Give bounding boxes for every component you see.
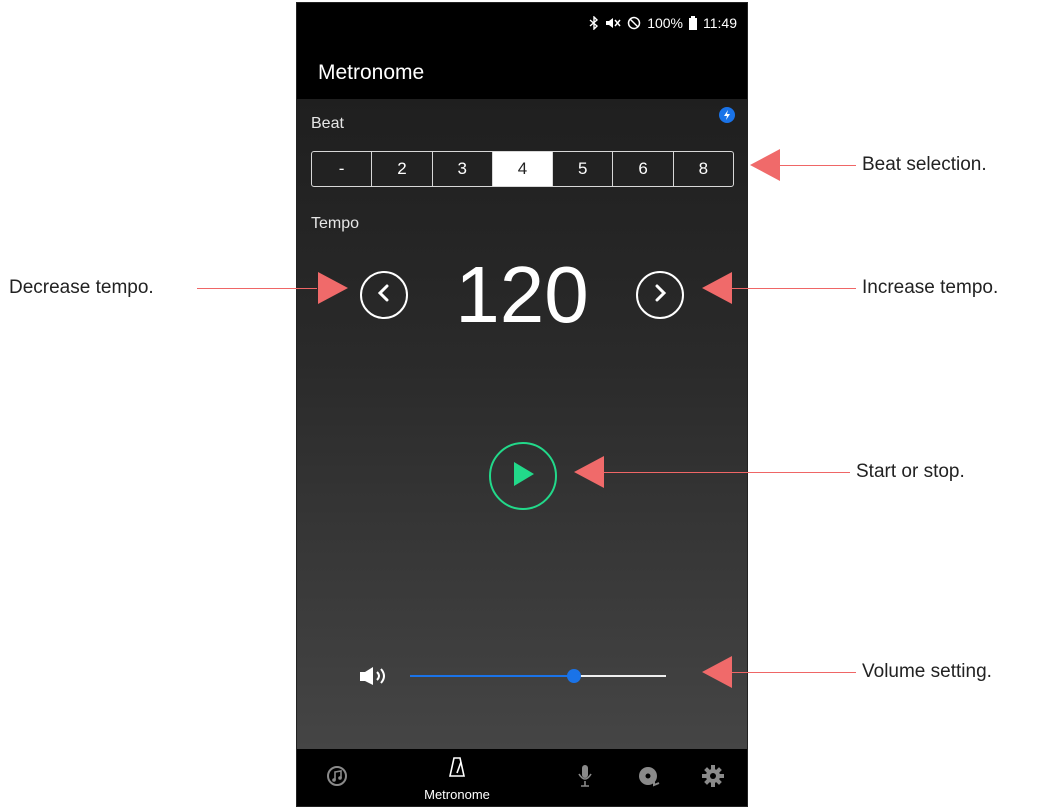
increase-tempo-arrow (702, 272, 732, 304)
player-icon (638, 765, 660, 792)
bottom-nav: Metronome (297, 749, 747, 806)
decrease-tempo-arrow (318, 272, 348, 304)
annotation-decrease-tempo: Decrease tempo. (9, 277, 154, 298)
play-button[interactable] (489, 442, 557, 510)
nav-metronome-label: Metronome (424, 786, 490, 802)
volume-setting-line (732, 672, 856, 673)
start-stop-line (604, 472, 850, 473)
app-bar: Metronome (297, 45, 747, 99)
metronome-icon (449, 756, 465, 783)
beat-option-selected[interactable]: 4 (491, 152, 553, 186)
increase-tempo-button[interactable] (636, 271, 684, 319)
nav-settings[interactable] (693, 749, 733, 806)
tempo-value: 120 (455, 250, 589, 339)
battery-icon (689, 16, 697, 30)
tuner-icon (326, 765, 348, 792)
beat-option[interactable]: - (312, 152, 371, 186)
decrease-tempo-button[interactable] (360, 271, 408, 319)
chevron-left-icon (377, 284, 391, 307)
tempo-label: Tempo (311, 215, 360, 232)
bluetooth-icon (589, 16, 599, 30)
settings-icon (702, 765, 724, 792)
page-title: Metronome (318, 61, 425, 84)
beat-selector[interactable]: - 2 3 4 5 6 8 (311, 151, 734, 187)
annotation-beat-selection: Beat selection. (862, 154, 987, 175)
volume-icon (359, 665, 393, 692)
annotation-increase-tempo: Increase tempo. (862, 277, 999, 298)
beat-label: Beat (311, 115, 344, 132)
chevron-right-icon (653, 284, 667, 307)
beat-selection-arrow (750, 149, 780, 181)
play-icon (510, 460, 536, 493)
volume-setting-arrow (702, 656, 732, 688)
annotation-volume-setting: Volume setting. (862, 661, 992, 682)
start-stop-arrow (574, 456, 604, 488)
clock: 11:49 (703, 15, 737, 31)
volume-fill (410, 675, 574, 677)
volume-thumb[interactable] (566, 669, 581, 683)
metronome-panel: Beat - 2 3 4 5 6 8 Tempo 120 (297, 99, 747, 749)
mute-icon (605, 16, 621, 30)
volume-slider[interactable] (410, 669, 666, 683)
beat-option[interactable]: 8 (672, 152, 733, 186)
mic-icon (578, 764, 592, 793)
annotation-start-stop: Start or stop. (856, 461, 965, 482)
nav-tuner[interactable] (317, 749, 357, 806)
bluetooth-connection-icon[interactable] (719, 107, 735, 123)
decrease-tempo-line (197, 288, 317, 289)
dnd-icon (627, 16, 641, 30)
nav-microphone[interactable] (565, 749, 605, 806)
beat-option[interactable]: 6 (612, 152, 672, 186)
beat-option[interactable]: 5 (552, 152, 612, 186)
increase-tempo-line (732, 288, 856, 289)
phone-screen: 100% 11:49 Metronome Beat - 2 3 4 5 6 8 … (296, 2, 748, 807)
nav-player[interactable] (629, 749, 669, 806)
beat-selection-line (780, 165, 856, 166)
battery-percent: 100% (647, 15, 683, 31)
status-bar: 100% 11:49 (297, 3, 747, 45)
nav-metronome[interactable]: Metronome (407, 749, 507, 806)
beat-option[interactable]: 2 (371, 152, 431, 186)
beat-option[interactable]: 3 (431, 152, 492, 186)
